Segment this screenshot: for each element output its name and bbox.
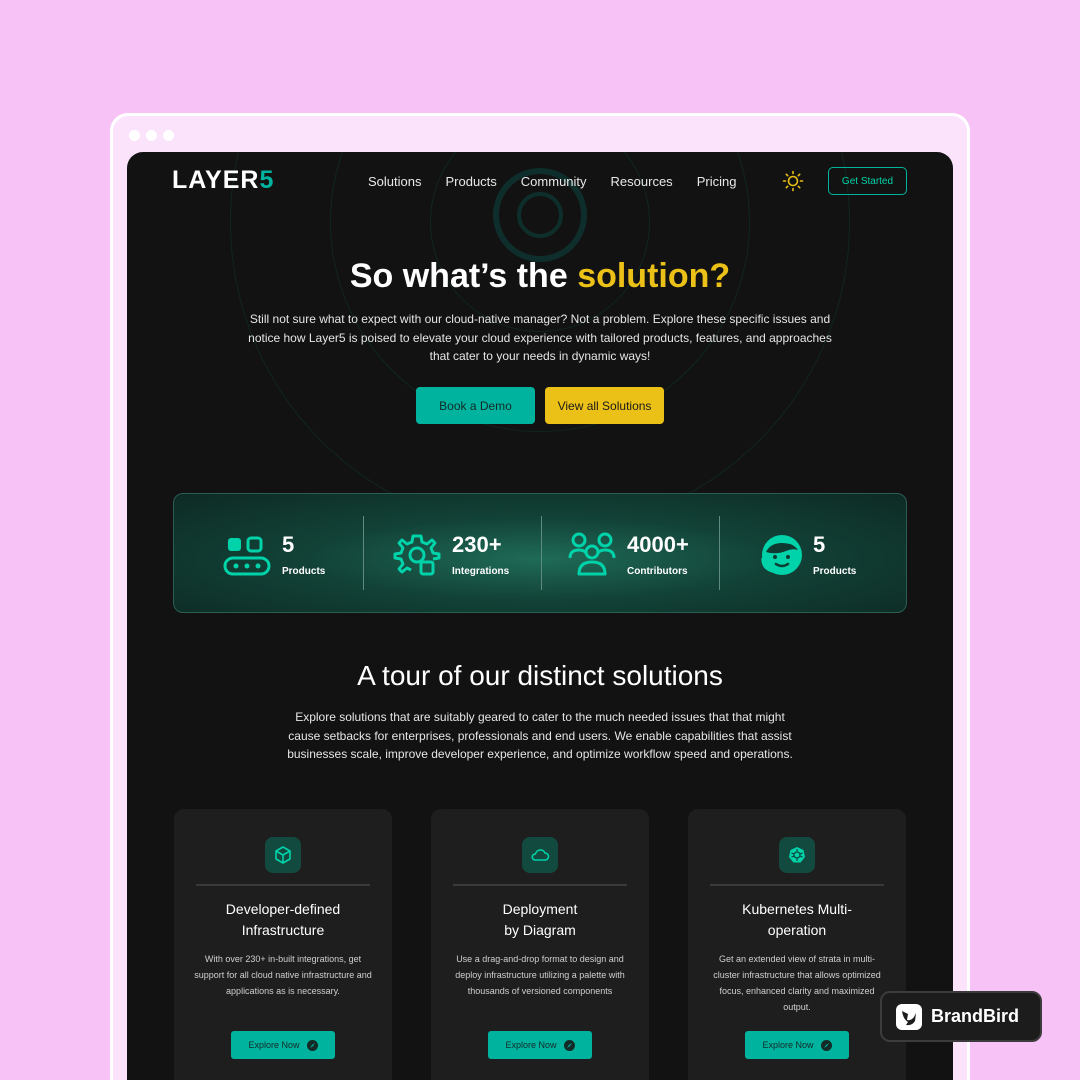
explore-now-label: Explore Now (248, 1040, 300, 1050)
card-text: Get an extended view of strata in multi-… (713, 954, 881, 1012)
window-dot (163, 130, 174, 141)
section-description: Explore solutions that are suitably gear… (287, 710, 793, 761)
card-divider (196, 884, 370, 886)
layer5-logo[interactable]: LAYER5 (172, 166, 274, 195)
card-title: Deployment by Diagram (441, 899, 639, 940)
stats-divider (363, 516, 364, 590)
window-dot (146, 130, 157, 141)
card-text: With over 230+ in-built integrations, ge… (194, 954, 372, 996)
people-group-icon (568, 532, 616, 576)
theme-toggle-sun-icon[interactable] (782, 170, 804, 192)
explore-now-button[interactable]: Explore Now (488, 1031, 592, 1059)
gear-integrations-icon (393, 534, 441, 576)
solution-card: Kubernetes Multi- operation Get an exten… (688, 809, 906, 1080)
stat-value: 230+ (452, 532, 502, 557)
stats-banner: 5 Products 230+ Integrations 4000+ Contr… (173, 493, 907, 613)
top-nav: LAYER5 Solutions Products Community Reso… (127, 152, 953, 214)
explore-now-button[interactable]: Explore Now (745, 1031, 849, 1059)
card-icon-box (522, 837, 558, 873)
nav-link-resources[interactable]: Resources (611, 174, 673, 189)
cloud-icon (531, 849, 550, 861)
hero-title-main: So what’s the (349, 257, 568, 295)
stats-divider (719, 516, 720, 590)
stat-integrations: 230+ Integrations (392, 522, 542, 588)
card-title-line: Deployment (502, 901, 578, 917)
brandbird-label: BrandBird (931, 1006, 1020, 1026)
card-title-line: by Diagram (504, 921, 576, 938)
hero-description: Still not sure what to expect with our c… (248, 312, 832, 363)
compass-icon (306, 1039, 318, 1051)
card-text: Use a drag-and-drop format to design and… (455, 954, 625, 996)
nav-link-community[interactable]: Community (521, 174, 587, 189)
card-title: Kubernetes Multi- operation (698, 899, 896, 940)
stat-value: 5 (813, 532, 826, 557)
support-agent-icon (761, 535, 802, 575)
stat-label: Contributors (627, 566, 688, 577)
book-demo-button[interactable]: Book a Demo (416, 387, 535, 424)
card-divider (710, 884, 884, 886)
cube-icon (275, 846, 291, 864)
card-title-line: operation (767, 921, 827, 938)
nav-link-products[interactable]: Products (445, 174, 496, 189)
nav-link-pricing[interactable]: Pricing (697, 174, 737, 189)
conveyor-icon (223, 536, 271, 576)
brandbird-badge: BrandBird (880, 991, 1042, 1042)
explore-now-label: Explore Now (762, 1040, 814, 1050)
card-icon-box (265, 837, 301, 873)
card-icon-box (779, 837, 815, 873)
card-title-line: Infrastructure (241, 921, 325, 938)
solution-card: Developer-defined Infrastructure With ov… (174, 809, 392, 1080)
logo-accent: 5 (259, 166, 275, 194)
stat-label: Products (282, 566, 326, 577)
stats-divider (541, 516, 542, 590)
get-started-button[interactable]: Get Started (828, 167, 907, 195)
view-all-solutions-button[interactable]: View all Solutions (545, 387, 664, 424)
stat-contributors: 4000+ Contributors (567, 522, 717, 588)
brandbird-logo-icon (896, 1003, 922, 1030)
nav-links: Solutions Products Community Resources P… (368, 174, 736, 189)
section-title: A tour of our distinct solutions (357, 660, 723, 691)
stat-value: 5 (282, 532, 295, 557)
window-dot (129, 130, 140, 141)
card-title-line: Developer-defined (225, 901, 341, 917)
kubernetes-icon (789, 847, 805, 863)
card-title: Developer-defined Infrastructure (184, 899, 382, 940)
website: LAYER5 Solutions Products Community Reso… (127, 152, 953, 1080)
card-title-line: Kubernetes Multi- (742, 901, 852, 917)
nav-link-solutions[interactable]: Solutions (368, 174, 421, 189)
explore-now-button[interactable]: Explore Now (231, 1031, 335, 1059)
logo-text: LAYER (172, 166, 260, 194)
card-divider (453, 884, 627, 886)
compass-icon (563, 1039, 575, 1051)
compass-icon (820, 1039, 832, 1051)
stat-label: Products (813, 566, 857, 577)
hero-title-accent: solution? (577, 257, 731, 295)
hero-title: So what’s the solution? (127, 257, 953, 296)
window-dots (129, 130, 174, 141)
stat-products: 5 Products (222, 522, 362, 588)
stat-value: 4000+ (627, 532, 689, 557)
explore-now-label: Explore Now (505, 1040, 557, 1050)
stat-label: Integrations (452, 566, 510, 577)
solution-card: Deployment by Diagram Use a drag-and-dro… (431, 809, 649, 1080)
stat-products-support: 5 Products (757, 522, 897, 588)
